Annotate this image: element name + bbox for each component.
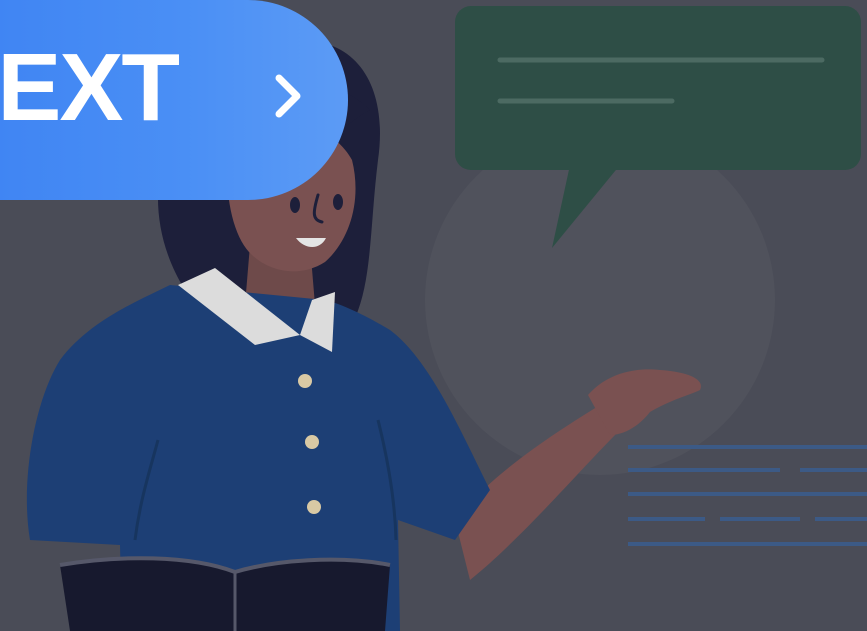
chevron-right-icon <box>275 74 301 118</box>
next-button-label: NEXT <box>0 34 180 141</box>
next-button[interactable]: NEXT <box>0 0 348 200</box>
open-book-icon <box>59 556 391 631</box>
lesson-card: NEXT <box>0 0 867 631</box>
